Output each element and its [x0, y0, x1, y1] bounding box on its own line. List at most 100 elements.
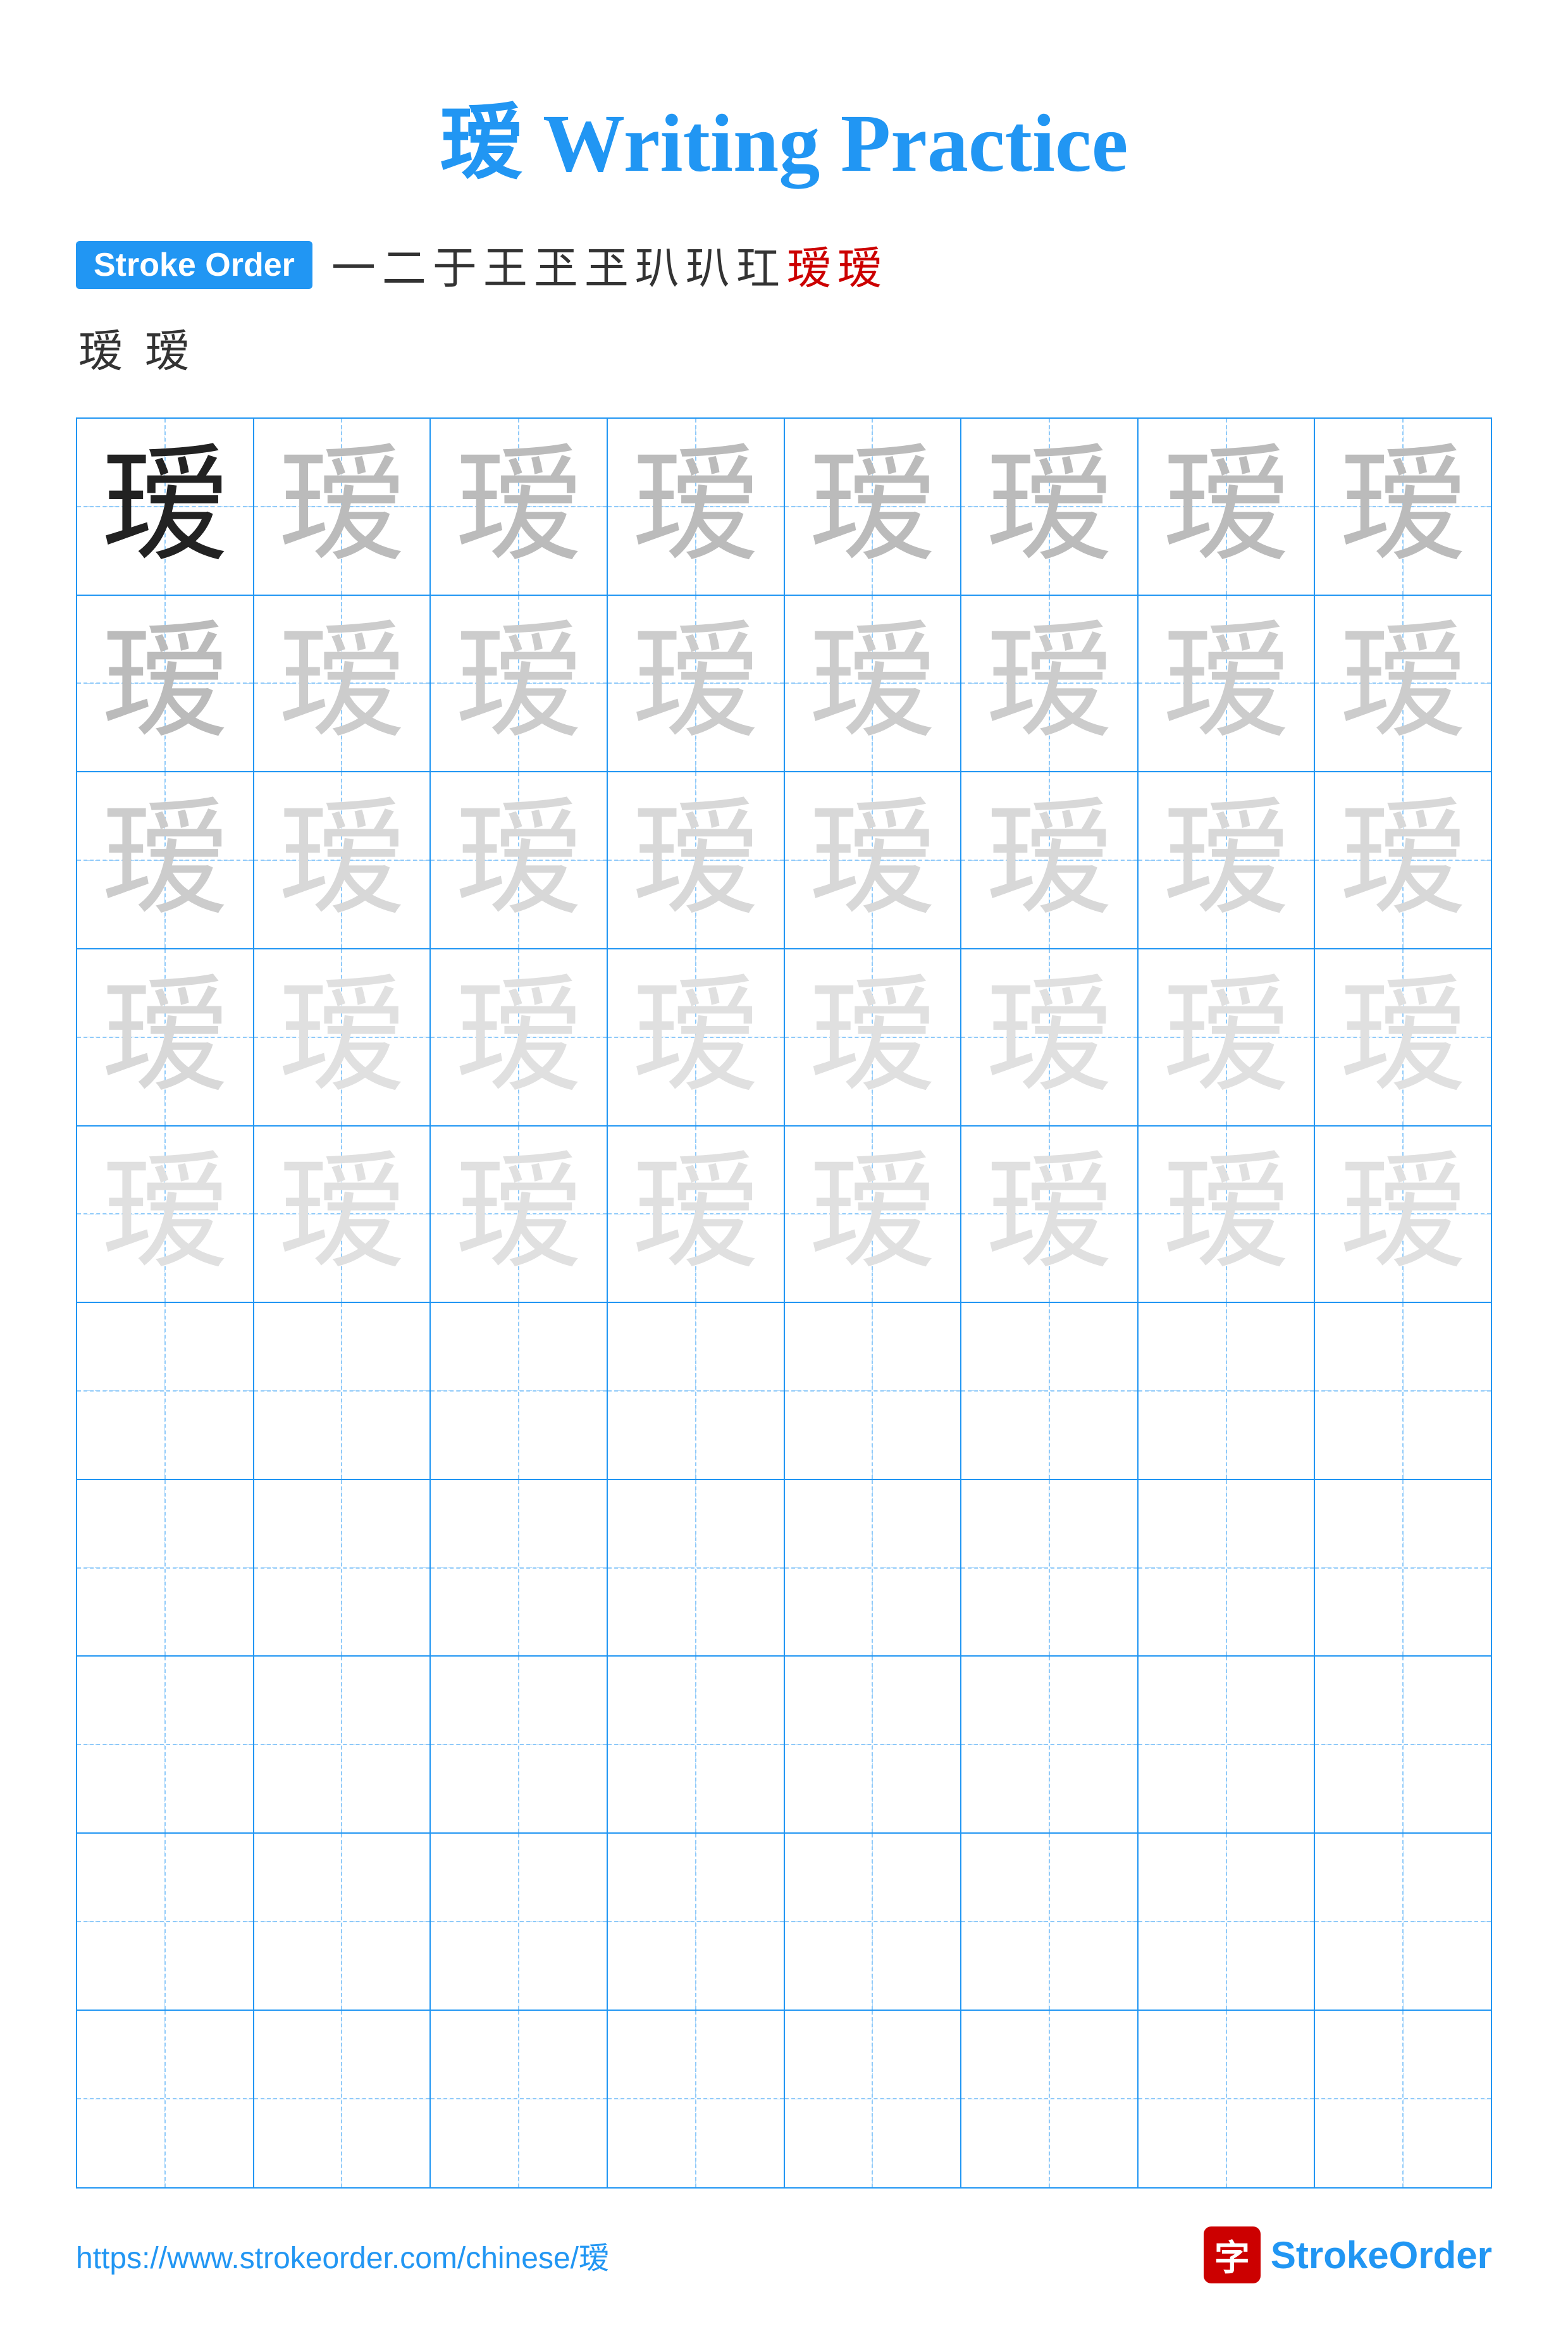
grid-cell[interactable]: [785, 1834, 962, 2011]
grid-cell[interactable]: [254, 1657, 431, 1834]
grid-cell[interactable]: 瑷: [961, 596, 1139, 773]
grid-cell[interactable]: 瑷: [785, 1127, 962, 1304]
grid-row: 瑷 瑷 瑷 瑷 瑷 瑷 瑷: [77, 772, 1491, 949]
grid-cell[interactable]: [608, 1480, 785, 1657]
grid-cell[interactable]: 瑷: [1139, 419, 1316, 596]
page: 瑷 Writing Practice Stroke Order 一 二 于 王 …: [0, 0, 1568, 2334]
grid-cell[interactable]: [961, 1834, 1139, 2011]
grid-cell[interactable]: [254, 1303, 431, 1480]
grid-cell[interactable]: [961, 1303, 1139, 1480]
stroke-row2: 瑷 瑷: [76, 316, 1492, 380]
grid-cell[interactable]: 瑷: [1315, 1127, 1491, 1304]
grid-cell[interactable]: 瑷: [1139, 949, 1316, 1127]
grid-cell[interactable]: [1139, 1834, 1316, 2011]
grid-cell[interactable]: 瑷: [254, 596, 431, 773]
footer-url[interactable]: https://www.strokeorder.com/chinese/瑷: [76, 2233, 609, 2277]
grid-row: 瑷 瑷 瑷 瑷 瑷 瑷 瑷: [77, 949, 1491, 1127]
grid-cell[interactable]: 瑷: [785, 772, 962, 949]
grid-cell[interactable]: 瑷: [785, 419, 962, 596]
grid-cell[interactable]: 瑷: [431, 949, 608, 1127]
grid-cell[interactable]: 瑷: [431, 1127, 608, 1304]
grid-cell[interactable]: [785, 1480, 962, 1657]
grid-cell[interactable]: 瑷: [77, 596, 254, 773]
grid-cell[interactable]: [1315, 1657, 1491, 1834]
grid-cell[interactable]: 瑷: [1315, 949, 1491, 1127]
grid-cell[interactable]: 瑷: [431, 419, 608, 596]
grid-cell[interactable]: 瑷: [254, 949, 431, 1127]
grid-cell[interactable]: [608, 2011, 785, 2188]
grid-cell[interactable]: 瑷: [608, 1127, 785, 1304]
grid-row: [77, 1834, 1491, 2011]
grid-row: [77, 1480, 1491, 1657]
grid-cell[interactable]: 瑷: [1315, 596, 1491, 773]
grid-cell[interactable]: [608, 1303, 785, 1480]
grid-row: 瑷 瑷 瑷 瑷 瑷 瑷 瑷: [77, 1127, 1491, 1304]
grid-cell[interactable]: [1139, 1480, 1316, 1657]
stroke-order-row: Stroke Order 一 二 于 王 玊 玊 玐 玐 玒 瑷 瑷: [76, 233, 1492, 297]
grid-cell[interactable]: 瑷: [608, 596, 785, 773]
practice-grid: 瑷 瑷 瑷 瑷 瑷 瑷 瑷: [76, 417, 1492, 2189]
grid-cell[interactable]: [254, 1480, 431, 1657]
grid-cell[interactable]: [1139, 1657, 1316, 1834]
grid-cell[interactable]: 瑷: [77, 1127, 254, 1304]
grid-cell[interactable]: 瑷: [431, 772, 608, 949]
grid-cell[interactable]: [785, 2011, 962, 2188]
grid-row: [77, 1303, 1491, 1480]
grid-cell[interactable]: 瑷: [254, 772, 431, 949]
grid-cell[interactable]: 瑷: [77, 419, 254, 596]
grid-cell[interactable]: 瑷: [785, 596, 962, 773]
grid-cell[interactable]: [961, 1480, 1139, 1657]
grid-cell[interactable]: [431, 1303, 608, 1480]
grid-cell[interactable]: 瑷: [1315, 419, 1491, 596]
grid-cell[interactable]: [431, 1834, 608, 2011]
grid-cell[interactable]: 瑷: [254, 419, 431, 596]
grid-cell[interactable]: 瑷: [431, 596, 608, 773]
grid-cell[interactable]: [608, 1657, 785, 1834]
grid-cell[interactable]: 瑷: [785, 949, 962, 1127]
grid-cell[interactable]: 瑷: [961, 772, 1139, 949]
footer-logo-icon: 字: [1204, 2226, 1261, 2283]
grid-cell[interactable]: 瑷: [1139, 596, 1316, 773]
grid-cell[interactable]: [1315, 1480, 1491, 1657]
grid-cell[interactable]: [1315, 2011, 1491, 2188]
grid-row: [77, 2011, 1491, 2188]
footer: https://www.strokeorder.com/chinese/瑷 字 …: [76, 2226, 1492, 2283]
grid-row: 瑷 瑷 瑷 瑷 瑷 瑷 瑷: [77, 419, 1491, 596]
grid-cell[interactable]: [254, 1834, 431, 2011]
grid-cell[interactable]: [608, 1834, 785, 2011]
grid-cell[interactable]: [1139, 2011, 1316, 2188]
grid-cell[interactable]: 瑷: [77, 772, 254, 949]
grid-cell[interactable]: [1315, 1303, 1491, 1480]
grid-cell[interactable]: [77, 1657, 254, 1834]
page-title: 瑷 Writing Practice: [440, 76, 1128, 195]
grid-cell[interactable]: [77, 2011, 254, 2188]
grid-cell[interactable]: 瑷: [608, 419, 785, 596]
grid-cell[interactable]: 瑷: [77, 949, 254, 1127]
grid-cell[interactable]: 瑷: [608, 949, 785, 1127]
grid-cell[interactable]: [254, 2011, 431, 2188]
grid-cell[interactable]: [431, 2011, 608, 2188]
stroke-chars: 一 二 于 王 玊 玊 玐 玐 玒 瑷 瑷: [331, 233, 882, 297]
grid-cell[interactable]: [77, 1480, 254, 1657]
grid-cell[interactable]: [785, 1657, 962, 1834]
grid-cell[interactable]: 瑷: [1315, 772, 1491, 949]
grid-cell[interactable]: 瑷: [961, 949, 1139, 1127]
footer-logo: 字 StrokeOrder: [1204, 2226, 1492, 2283]
grid-cell[interactable]: [77, 1834, 254, 2011]
grid-cell[interactable]: [785, 1303, 962, 1480]
grid-cell[interactable]: [431, 1480, 608, 1657]
grid-cell[interactable]: 瑷: [1139, 1127, 1316, 1304]
grid-cell[interactable]: [431, 1657, 608, 1834]
grid-cell[interactable]: [961, 1657, 1139, 1834]
grid-cell[interactable]: 瑷: [961, 1127, 1139, 1304]
grid-cell[interactable]: [1139, 1303, 1316, 1480]
grid-cell[interactable]: 瑷: [254, 1127, 431, 1304]
grid-cell[interactable]: [961, 2011, 1139, 2188]
grid-row: [77, 1657, 1491, 1834]
grid-cell[interactable]: [77, 1303, 254, 1480]
grid-cell[interactable]: [1315, 1834, 1491, 2011]
grid-cell[interactable]: 瑷: [608, 772, 785, 949]
stroke-order-badge: Stroke Order: [76, 241, 312, 289]
grid-cell[interactable]: 瑷: [961, 419, 1139, 596]
grid-cell[interactable]: 瑷: [1139, 772, 1316, 949]
